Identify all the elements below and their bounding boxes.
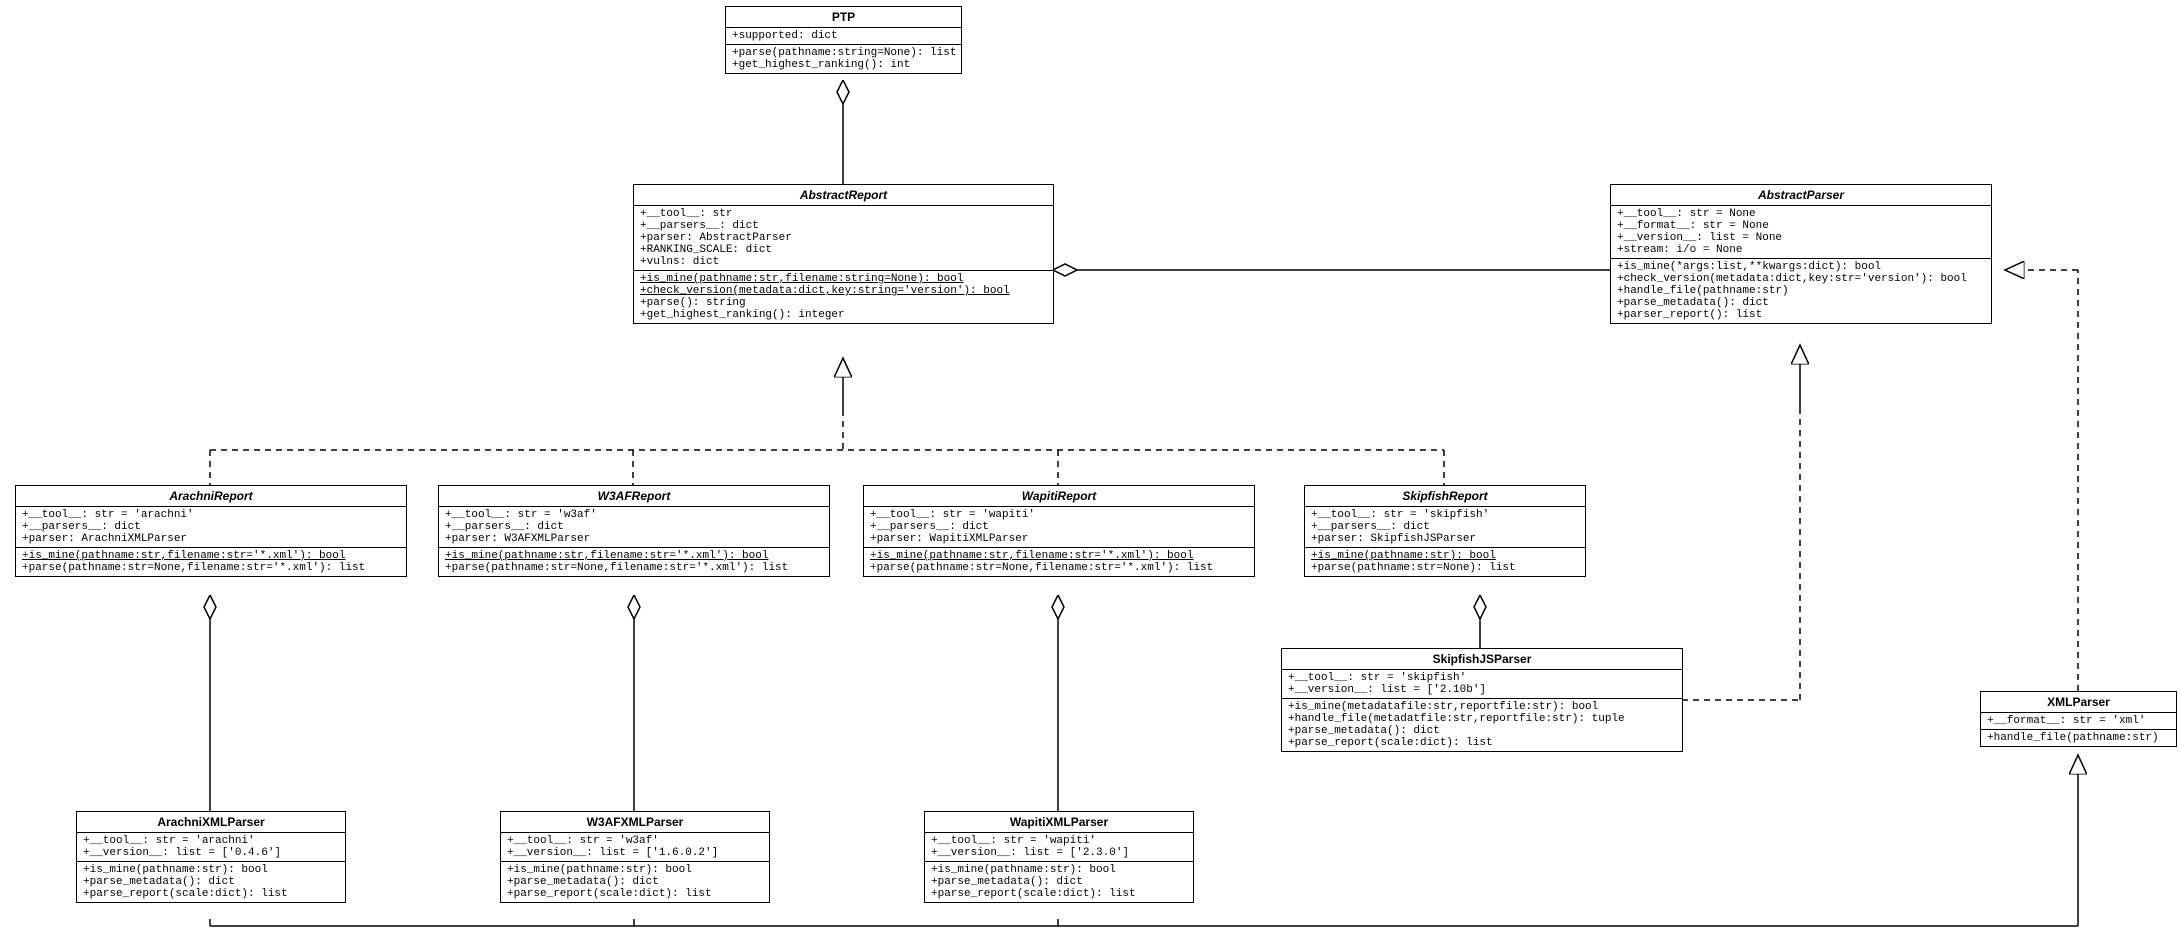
abstractparser-methods: +is_mine(*args:list,**kwargs:dict): bool… [1611,259,1991,323]
wapitireport-attrs: +__tool__: str = 'wapiti' +__parsers__: … [864,507,1254,548]
skipfishjsparser-title: SkipfishJSParser [1282,649,1682,670]
skipfishreport-methods: +is_mine(pathname:str): bool +parse(path… [1305,548,1585,576]
ptp-attrs: +supported: dict [726,28,961,45]
class-wapitireport: WapitiReport +__tool__: str = 'wapiti' +… [863,485,1255,577]
class-wapitixmlparser: WapitiXMLParser +__tool__: str = 'wapiti… [924,811,1194,903]
skipfishjsparser-methods: +is_mine(metadatafile:str,reportfile:str… [1282,699,1682,751]
wapitixmlparser-methods: +is_mine(pathname:str): bool +parse_meta… [925,862,1193,902]
w3afxmlparser-attrs: +__tool__: str = 'w3af' +__version__: li… [501,833,769,862]
abstractparser-title: AbstractParser [1611,185,1991,206]
skipfishjsparser-attrs: +__tool__: str = 'skipfish' +__version__… [1282,670,1682,699]
arachnireport-title: ArachniReport [16,486,406,507]
wapitixmlparser-title: WapitiXMLParser [925,812,1193,833]
class-w3afreport: W3AFReport +__tool__: str = 'w3af' +__pa… [438,485,830,577]
abstractparser-attrs: +__tool__: str = None +__format__: str =… [1611,206,1991,259]
class-arachnireport: ArachniReport +__tool__: str = 'arachni'… [15,485,407,577]
arachnixmlparser-methods: +is_mine(pathname:str): bool +parse_meta… [77,862,345,902]
skipfishreport-attrs: +__tool__: str = 'skipfish' +__parsers__… [1305,507,1585,548]
arachnireport-attrs: +__tool__: str = 'arachni' +__parsers__:… [16,507,406,548]
uml-connectors [0,0,2181,946]
abstractreport-methods: +is_mine(pathname:str,filename:string=No… [634,271,1053,323]
w3afxmlparser-title: W3AFXMLParser [501,812,769,833]
class-skipfishreport: SkipfishReport +__tool__: str = 'skipfis… [1304,485,1586,577]
class-w3afxmlparser: W3AFXMLParser +__tool__: str = 'w3af' +_… [500,811,770,903]
arachnixmlparser-title: ArachniXMLParser [77,812,345,833]
abstractreport-title: AbstractReport [634,185,1053,206]
arachnireport-methods: +is_mine(pathname:str,filename:str='*.xm… [16,548,406,576]
skipfishreport-title: SkipfishReport [1305,486,1585,507]
arachnixmlparser-attrs: +__tool__: str = 'arachni' +__version__:… [77,833,345,862]
w3afreport-methods: +is_mine(pathname:str,filename:str='*.xm… [439,548,829,576]
ptp-methods: +parse(pathname:string=None): list +get_… [726,45,961,73]
wapitireport-methods: +is_mine(pathname:str,filename:str='*.xm… [864,548,1254,576]
xmlparser-attrs: +__format__: str = 'xml' [1981,713,2176,730]
ptp-title: PTP [726,7,961,28]
class-abstractparser: AbstractParser +__tool__: str = None +__… [1610,184,1992,324]
xmlparser-title: XMLParser [1981,692,2176,713]
xmlparser-methods: +handle_file(pathname:str) [1981,730,2176,746]
w3afxmlparser-methods: +is_mine(pathname:str): bool +parse_meta… [501,862,769,902]
abstractreport-attrs: +__tool__: str +__parsers__: dict +parse… [634,206,1053,271]
w3afreport-title: W3AFReport [439,486,829,507]
class-skipfishjsparser: SkipfishJSParser +__tool__: str = 'skipf… [1281,648,1683,752]
class-abstractreport: AbstractReport +__tool__: str +__parsers… [633,184,1054,324]
class-ptp: PTP +supported: dict +parse(pathname:str… [725,6,962,74]
class-arachnixmlparser: ArachniXMLParser +__tool__: str = 'arach… [76,811,346,903]
w3afreport-attrs: +__tool__: str = 'w3af' +__parsers__: di… [439,507,829,548]
wapitireport-title: WapitiReport [864,486,1254,507]
wapitixmlparser-attrs: +__tool__: str = 'wapiti' +__version__: … [925,833,1193,862]
class-xmlparser: XMLParser +__format__: str = 'xml' +hand… [1980,691,2177,747]
